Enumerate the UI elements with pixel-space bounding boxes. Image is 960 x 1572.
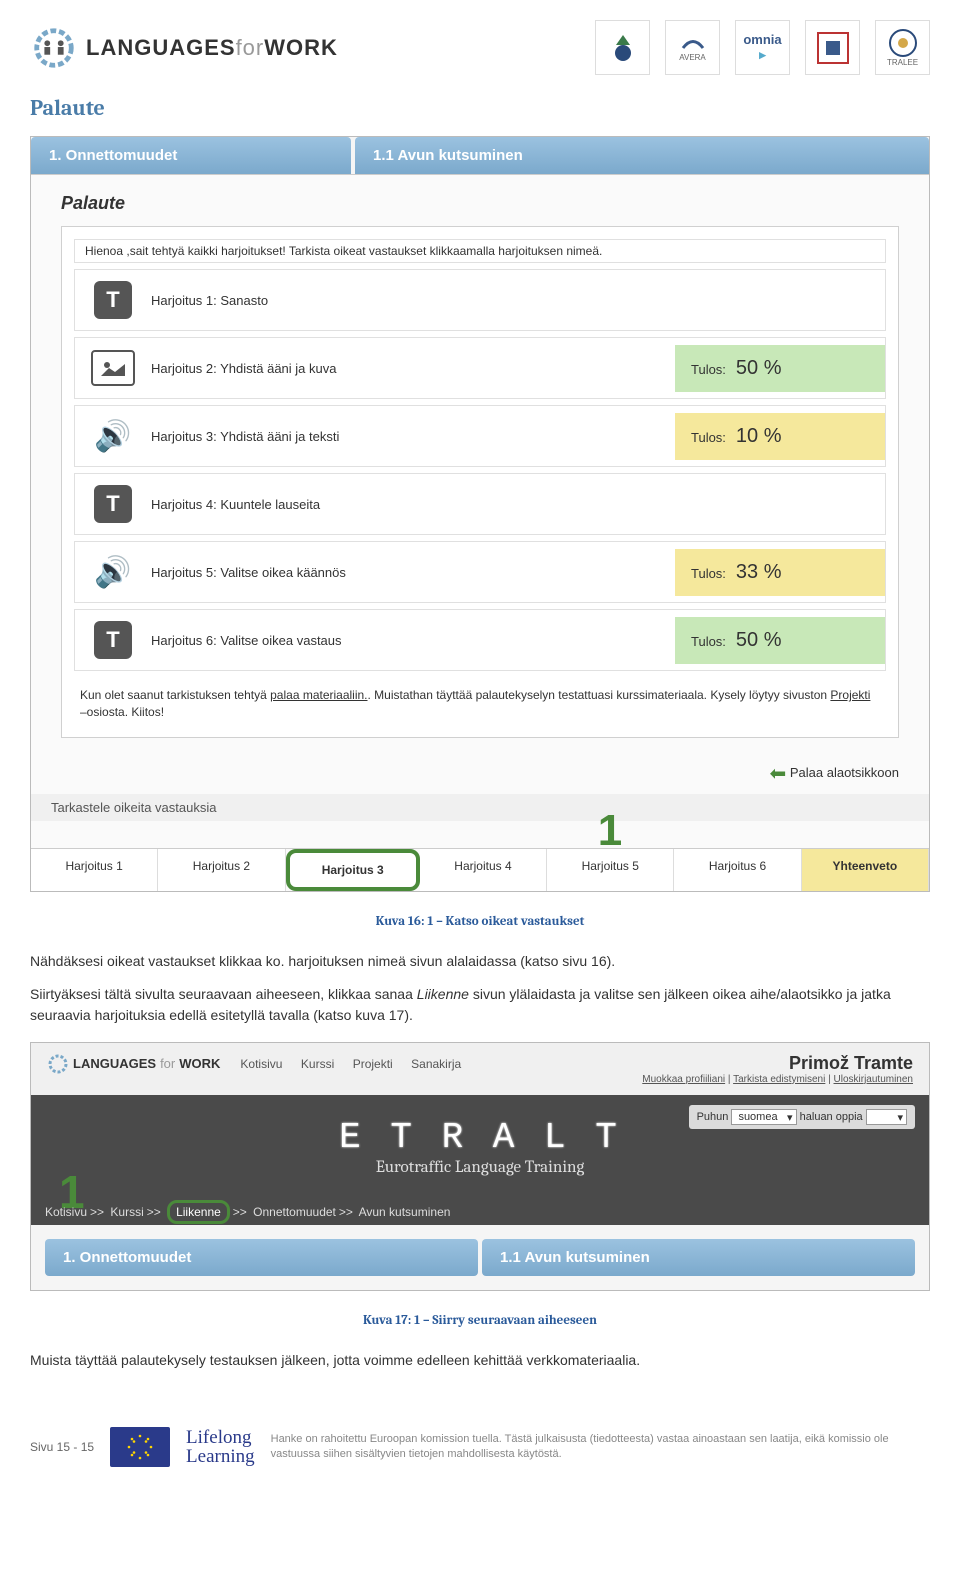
select-learn[interactable]	[866, 1109, 907, 1125]
sound-icon: 🔊	[91, 414, 135, 458]
logo-text: LANGUAGESforWORK	[86, 35, 338, 61]
tab-subtopic[interactable]: 1.1 Avun kutsuminen	[355, 137, 929, 174]
screenshot-navigation: LANGUAGESforWORK Kotisivu Kurssi Projekt…	[30, 1042, 930, 1291]
top-tabs: 1. Onnettomuudet 1.1 Avun kutsuminen	[31, 137, 929, 175]
mini-logo: LANGUAGESforWORK	[47, 1053, 220, 1075]
footer-disclaimer: Hanke on rahoitettu Euroopan komission t…	[271, 1432, 930, 1461]
exercise-label: Harjoitus 1: Sanasto	[151, 279, 885, 322]
main-logo: LANGUAGESforWORK	[30, 24, 338, 72]
page-number: Sivu 15 - 15	[30, 1440, 94, 1454]
link-progress[interactable]: Tarkista edistymiseni	[733, 1074, 825, 1085]
menu-bar: LANGUAGESforWORK Kotisivu Kurssi Projekt…	[31, 1043, 929, 1095]
text-icon: T	[91, 278, 135, 322]
paragraph-2: Siirtyäksesi tältä sivulta seuraavaan ai…	[0, 978, 960, 1032]
partner-logos: AVERA omnia▸ TRALEE	[595, 20, 930, 75]
back-link-row: ⬅ Palaa alaotsikkoon	[31, 753, 929, 794]
image-icon	[91, 346, 135, 390]
tab-h2[interactable]: Harjoitus 2	[158, 849, 285, 891]
exercise-row-6[interactable]: T Harjoitus 6: Valitse oikea vastaus Tul…	[74, 609, 886, 671]
bc-home[interactable]: Kotisivu	[45, 1205, 87, 1219]
figure-caption-17: Kuva 17: 1 – Siirry seuraavaan aiheeseen	[0, 1301, 960, 1344]
partner-tralee: TRALEE	[875, 20, 930, 75]
figure-caption-16: Kuva 16: 1 – Katso oikeat vastaukset	[0, 902, 960, 945]
tab-h5[interactable]: Harjoitus 5	[547, 849, 674, 891]
exercise-result: Tulos:10 %	[675, 413, 885, 460]
sound-icon: 🔊	[91, 550, 135, 594]
bottom-tabs: 1. Onnettomuudet 1.1 Avun kutsuminen	[31, 1225, 929, 1290]
eu-flag-icon	[110, 1427, 170, 1467]
gear-people-icon	[47, 1053, 69, 1075]
section-title: Palaute	[0, 85, 960, 136]
tab-h3[interactable]: Harjoitus 3	[286, 849, 420, 891]
bc-help[interactable]: Avun kutsuminen	[359, 1205, 451, 1219]
feedback-intro: Hienoa ,sait tehtyä kaikki harjoitukset!…	[74, 239, 886, 263]
text-icon: T	[91, 618, 135, 662]
hero-banner: Puhun suomea haluan oppia E T R A L T Eu…	[31, 1095, 929, 1225]
exercise-label: Harjoitus 5: Valitse oikea käännös	[151, 551, 675, 594]
menu-course[interactable]: Kurssi	[301, 1057, 334, 1071]
exercise-row-3[interactable]: 🔊 Harjoitus 3: Yhdistä ääni ja teksti Tu…	[74, 405, 886, 467]
exercise-label: Harjoitus 2: Yhdistä ääni ja kuva	[151, 347, 675, 390]
exercise-result: Tulos:50 %	[675, 345, 885, 392]
partner-crest	[805, 20, 860, 75]
user-panel: Primož Tramte Muokkaa profiiliani | Tark…	[642, 1053, 913, 1085]
arrow-left-icon[interactable]: ⬅	[769, 763, 786, 785]
back-link[interactable]: Palaa alaotsikkoon	[790, 765, 899, 780]
header-logos: LANGUAGESforWORK AVERA omnia▸ TRALEE	[0, 0, 960, 85]
menu-home[interactable]: Kotisivu	[240, 1057, 282, 1071]
link-edit-profile[interactable]: Muokkaa profiiliani	[642, 1074, 725, 1085]
bc-accidents[interactable]: Onnettomuudet	[253, 1205, 336, 1219]
screenshot-feedback: 1. Onnettomuudet 1.1 Avun kutsuminen Pal…	[30, 136, 930, 892]
hero-subtitle: Eurotraffic Language Training	[31, 1158, 929, 1177]
tab-summary[interactable]: Yhteenveto	[802, 849, 929, 891]
tab-h6[interactable]: Harjoitus 6	[674, 849, 801, 891]
exercise-label: Harjoitus 4: Kuuntele lauseita	[151, 483, 885, 526]
select-speak[interactable]: suomea	[731, 1109, 796, 1125]
paragraph-1: Nähdäksesi oikeat vastaukset klikkaa ko.…	[0, 945, 960, 978]
feedback-panel: Hienoa ,sait tehtyä kaikki harjoitukset!…	[61, 226, 899, 738]
tab-topic-2[interactable]: 1. Onnettomuudet	[45, 1239, 478, 1276]
exercise-label: Harjoitus 6: Valitse oikea vastaus	[151, 619, 675, 662]
feedback-heading: Palaute	[31, 175, 929, 226]
annotation-marker-1: 1	[291, 813, 929, 848]
exercise-result: Tulos:33 %	[675, 549, 885, 596]
footer: Sivu 15 - 15 LifelongLearning Hanke on r…	[0, 1377, 960, 1487]
exercise-result: Tulos:50 %	[675, 617, 885, 664]
partner-avera: AVERA	[665, 20, 720, 75]
link-logout[interactable]: Uloskirjautuminen	[834, 1074, 913, 1085]
link-return-material[interactable]: palaa materiaaliin.	[270, 688, 367, 702]
feedback-note: Kun olet saanut tarkistuksen tehtyä pala…	[74, 677, 886, 725]
tab-h4[interactable]: Harjoitus 4	[420, 849, 547, 891]
answer-tabs: Harjoitus 1 Harjoitus 2 Harjoitus 3 Harj…	[31, 848, 929, 891]
text-icon: T	[91, 482, 135, 526]
exercise-row-4[interactable]: T Harjoitus 4: Kuuntele lauseita	[74, 473, 886, 535]
bc-course[interactable]: Kurssi	[110, 1205, 143, 1219]
exercise-row-2[interactable]: Harjoitus 2: Yhdistä ääni ja kuva Tulos:…	[74, 337, 886, 399]
tab-subtopic-2[interactable]: 1.1 Avun kutsuminen	[482, 1239, 915, 1276]
paragraph-3: Muista täyttää palautekysely testauksen …	[0, 1344, 960, 1377]
language-selector: Puhun suomea haluan oppia	[689, 1105, 915, 1129]
lifelong-learning-logo: LifelongLearning	[186, 1428, 255, 1466]
partner-1	[595, 20, 650, 75]
link-project[interactable]: Projekti	[830, 688, 870, 702]
tab-topic[interactable]: 1. Onnettomuudet	[31, 137, 351, 174]
breadcrumb: Kotisivu>> Kurssi>> Liikenne>> Onnettomu…	[45, 1205, 450, 1219]
user-name: Primož Tramte	[642, 1053, 913, 1074]
exercise-label: Harjoitus 3: Yhdistä ääni ja teksti	[151, 415, 675, 458]
exercise-row-1[interactable]: T Harjoitus 1: Sanasto	[74, 269, 886, 331]
menu-dictionary[interactable]: Sanakirja	[411, 1057, 461, 1071]
menu-links: Kotisivu Kurssi Projekti Sanakirja	[240, 1055, 475, 1073]
gear-people-icon	[30, 24, 78, 72]
user-links: Muokkaa profiiliani | Tarkista edistymis…	[642, 1074, 913, 1085]
partner-omnia: omnia▸	[735, 20, 790, 75]
bc-traffic[interactable]: Liikenne	[167, 1200, 230, 1224]
menu-project[interactable]: Projekti	[353, 1057, 393, 1071]
tab-h1[interactable]: Harjoitus 1	[31, 849, 158, 891]
exercise-row-5[interactable]: 🔊 Harjoitus 5: Valitse oikea käännös Tul…	[74, 541, 886, 603]
